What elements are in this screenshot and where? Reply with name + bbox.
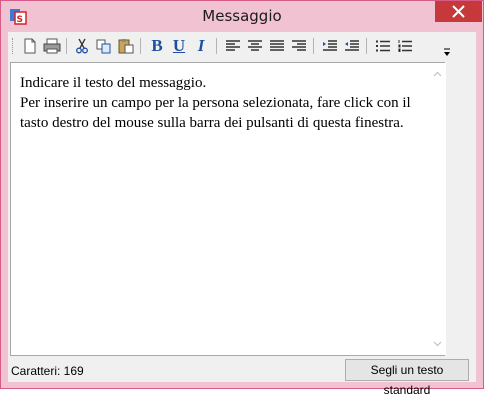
paste-icon bbox=[118, 39, 134, 54]
close-icon bbox=[452, 5, 465, 18]
scroll-down-icon[interactable] bbox=[433, 341, 442, 347]
numbered-list-button[interactable] bbox=[395, 36, 415, 56]
status-bar: Caratteri: 169 Segli un testo standard bbox=[8, 359, 476, 397]
scroll-up-icon[interactable] bbox=[433, 71, 442, 77]
toolbar-separator bbox=[313, 38, 314, 54]
vertical-scrollbar[interactable] bbox=[429, 63, 446, 355]
message-line-1: Indicare il testo del messaggio. bbox=[20, 75, 207, 91]
align-right-icon bbox=[292, 40, 306, 51]
bullet-list-icon bbox=[376, 40, 390, 52]
numbered-list-icon bbox=[398, 40, 412, 52]
toolbar-overflow-icon[interactable] bbox=[443, 48, 451, 58]
message-line-2: Per inserire un campo per la persona sel… bbox=[20, 95, 411, 131]
close-button[interactable] bbox=[435, 1, 482, 22]
window-title: Messaggio bbox=[202, 7, 282, 25]
title-bar[interactable]: S Messaggio bbox=[1, 1, 483, 32]
underline-icon: U bbox=[172, 36, 186, 55]
indent-decrease-button[interactable] bbox=[342, 36, 362, 56]
copy-button[interactable] bbox=[94, 36, 114, 56]
new-document-icon bbox=[24, 38, 36, 54]
align-center-button[interactable] bbox=[245, 36, 265, 56]
message-text[interactable]: Indicare il testo del messaggio. Per ins… bbox=[20, 73, 418, 133]
client-area: B U I Indicare il testo del messaggio. P… bbox=[8, 32, 476, 397]
toolbar-separator bbox=[66, 38, 67, 54]
toolbar-grip[interactable] bbox=[12, 38, 16, 54]
message-window: S Messaggio B U I Indicare il testo del … bbox=[0, 0, 484, 397]
italic-icon: I bbox=[197, 36, 205, 55]
copy-icon bbox=[96, 39, 111, 54]
toolbar-separator bbox=[140, 38, 141, 54]
align-left-icon bbox=[226, 40, 240, 51]
align-justify-button[interactable] bbox=[267, 36, 287, 56]
underline-button[interactable]: U bbox=[169, 36, 189, 56]
cut-icon bbox=[76, 38, 88, 54]
indent-increase-button[interactable] bbox=[320, 36, 340, 56]
align-justify-icon bbox=[270, 40, 284, 51]
italic-button[interactable]: I bbox=[191, 36, 211, 56]
toolbar-separator bbox=[366, 38, 367, 54]
print-button[interactable] bbox=[42, 36, 62, 56]
align-left-button[interactable] bbox=[223, 36, 243, 56]
cut-button[interactable] bbox=[72, 36, 92, 56]
character-count: Caratteri: 169 bbox=[11, 364, 84, 378]
new-document-button[interactable] bbox=[20, 36, 40, 56]
bold-icon: B bbox=[151, 36, 163, 55]
formatting-toolbar: B U I bbox=[10, 34, 453, 58]
align-center-icon bbox=[248, 40, 262, 51]
standard-text-button[interactable]: Segli un testo standard bbox=[345, 359, 469, 397]
align-right-button[interactable] bbox=[289, 36, 309, 56]
indent-decrease-icon bbox=[345, 40, 359, 51]
toolbar-separator bbox=[216, 38, 217, 54]
message-editor[interactable]: Indicare il testo del messaggio. Per ins… bbox=[10, 62, 446, 356]
bullet-list-button[interactable] bbox=[373, 36, 393, 56]
indent-increase-icon bbox=[323, 40, 337, 51]
print-icon bbox=[43, 38, 61, 54]
paste-button[interactable] bbox=[116, 36, 136, 56]
bold-button[interactable]: B bbox=[147, 36, 167, 56]
